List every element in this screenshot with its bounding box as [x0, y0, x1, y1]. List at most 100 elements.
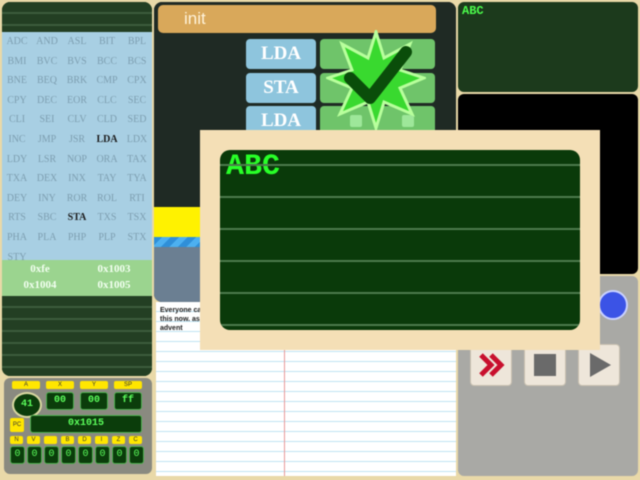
mnemonic-jsr[interactable]: JSR	[62, 134, 92, 145]
mnemonic-dex[interactable]: DEX	[32, 173, 62, 184]
flag-value: 0	[27, 446, 42, 464]
mnemonic-inx[interactable]: INX	[62, 173, 92, 184]
stop-button[interactable]	[524, 344, 566, 386]
play-button[interactable]	[578, 344, 620, 386]
register-label-a: A	[12, 381, 40, 389]
mnemonic-bcc[interactable]: BCC	[92, 56, 122, 67]
mnemonic-lda[interactable]: LDA	[92, 134, 122, 145]
mnemonic-ldx[interactable]: LDX	[122, 134, 152, 145]
mnemonic-brk[interactable]: BRK	[62, 75, 92, 86]
mnemonic-adc[interactable]: ADC	[2, 36, 32, 47]
memory-address-box: 0xfe 0x1003 0x1004 0x1005	[2, 260, 152, 296]
screen-line	[220, 228, 580, 230]
mnemonic-tsx[interactable]: TSX	[122, 212, 152, 223]
flag-label: Z	[112, 436, 125, 444]
mnemonic-bcs[interactable]: BCS	[122, 56, 152, 67]
mnemonic-clc[interactable]: CLC	[92, 95, 122, 106]
fast-forward-button[interactable]	[470, 344, 512, 386]
mnemonic-txs[interactable]: TXS	[92, 212, 122, 223]
flag-value: 0	[61, 446, 76, 464]
mnemonic-tax[interactable]: TAX	[122, 154, 152, 165]
mnemonic-cmp[interactable]: CMP	[92, 75, 122, 86]
memory-address: 0x1003	[97, 263, 131, 275]
mnemonic-and[interactable]: AND	[32, 36, 62, 47]
mnemonic-cli[interactable]: CLI	[2, 114, 32, 125]
play-icon	[590, 353, 611, 377]
screen-line	[220, 196, 580, 198]
mnemonic-bit[interactable]: BIT	[92, 36, 122, 47]
memory-address: 0x1005	[97, 279, 131, 291]
mnemonic-sbc[interactable]: SBC	[32, 212, 62, 223]
mnemonic-cpx[interactable]: CPX	[122, 75, 152, 86]
mnemonic-pha[interactable]: PHA	[2, 232, 32, 243]
mnemonic-grid: ADC AND ASL BIT BPL BMI BVC BVS BCC BCS BNE BEQ BRK C…	[2, 32, 152, 263]
mnemonic-iny[interactable]: INY	[32, 193, 62, 204]
register-sp: ff	[114, 392, 142, 410]
fast-forward-icon	[479, 353, 505, 377]
mnemonic-dec[interactable]: DEC	[32, 95, 62, 106]
mnemonic-sed[interactable]: SED	[122, 114, 152, 125]
panel-lines-bottom	[2, 296, 152, 376]
mnemonic-ldy[interactable]: LDY	[2, 154, 32, 165]
screen-line	[220, 164, 580, 166]
mnemonic-bvs[interactable]: BVS	[62, 56, 92, 67]
mnemonic-lsr[interactable]: LSR	[32, 154, 62, 165]
mnemonic-plp[interactable]: PLP	[92, 232, 122, 243]
mnemonic-clv[interactable]: CLV	[62, 114, 92, 125]
program-counter: 0x1015	[30, 415, 142, 433]
text-screen-popup: ABC	[200, 130, 600, 350]
mnemonic-sei[interactable]: SEI	[32, 114, 62, 125]
mnemonic-bvc[interactable]: BVC	[32, 56, 62, 67]
mini-screen-text: ABC	[462, 4, 484, 18]
flag-value: 0	[10, 446, 25, 464]
flag-value: 0	[78, 446, 93, 464]
flag-label: N	[10, 436, 23, 444]
mnemonic-inc[interactable]: INC	[2, 134, 32, 145]
mnemonic-pla[interactable]: PLA	[32, 232, 62, 243]
mnemonic-jmp[interactable]: JMP	[32, 134, 62, 145]
mnemonic-asl[interactable]: ASL	[62, 36, 92, 47]
mini-text-screen: ABC	[458, 2, 638, 92]
burst-shape	[326, 30, 426, 130]
mnemonic-cpy[interactable]: CPY	[2, 95, 32, 106]
flag-value: 0	[129, 446, 144, 464]
stop-icon	[534, 354, 556, 376]
screen-line	[220, 324, 580, 326]
mnemonic-eor[interactable]: EOR	[62, 95, 92, 106]
mnemonic-sec[interactable]: SEC	[122, 95, 152, 106]
flag-label: B	[61, 436, 74, 444]
pc-label: PC	[10, 418, 24, 432]
mnemonic-txa[interactable]: TXA	[2, 173, 32, 184]
mnemonic-stx[interactable]: STX	[122, 232, 152, 243]
mnemonic-ror[interactable]: ROR	[62, 193, 92, 204]
instruction-panel: ADC AND ASL BIT BPL BMI BVC BVS BCC BCS BNE BEQ BRK C…	[2, 2, 152, 376]
mnemonic-dey[interactable]: DEY	[2, 193, 32, 204]
mnemonic-rti[interactable]: RTI	[122, 193, 152, 204]
mnemonic-cld[interactable]: CLD	[92, 114, 122, 125]
register-label-x: X	[46, 381, 74, 389]
mnemonic-nop[interactable]: NOP	[62, 154, 92, 165]
register-x: 00	[46, 392, 74, 410]
mnemonic-beq[interactable]: BEQ	[32, 75, 62, 86]
mnemonic-rol[interactable]: ROL	[92, 193, 122, 204]
flag-label: V	[27, 436, 40, 444]
register-panel: A X Y SP 41 00 00 ff PC 0x1015 N0V00B0D0…	[4, 378, 152, 474]
mnemonic-tay[interactable]: TAY	[92, 173, 122, 184]
flag-label: D	[78, 436, 91, 444]
instruction-block[interactable]: STA	[246, 73, 316, 103]
mnemonic-bne[interactable]: BNE	[2, 75, 32, 86]
register-label-sp: SP	[114, 381, 142, 389]
mnemonic-bmi[interactable]: BMI	[2, 56, 32, 67]
status-light	[598, 290, 628, 320]
flag-label	[44, 436, 57, 444]
memory-address: 0xfe	[30, 263, 50, 275]
mnemonic-rts[interactable]: RTS	[2, 212, 32, 223]
mnemonic-sta[interactable]: STA	[62, 212, 92, 223]
flag-value: 0	[95, 446, 110, 464]
label-init[interactable]: init	[158, 5, 436, 33]
instruction-block[interactable]: LDA	[246, 39, 316, 69]
mnemonic-bpl[interactable]: BPL	[122, 36, 152, 47]
mnemonic-ora[interactable]: ORA	[92, 154, 122, 165]
mnemonic-tya[interactable]: TYA	[122, 173, 152, 184]
mnemonic-php[interactable]: PHP	[62, 232, 92, 243]
